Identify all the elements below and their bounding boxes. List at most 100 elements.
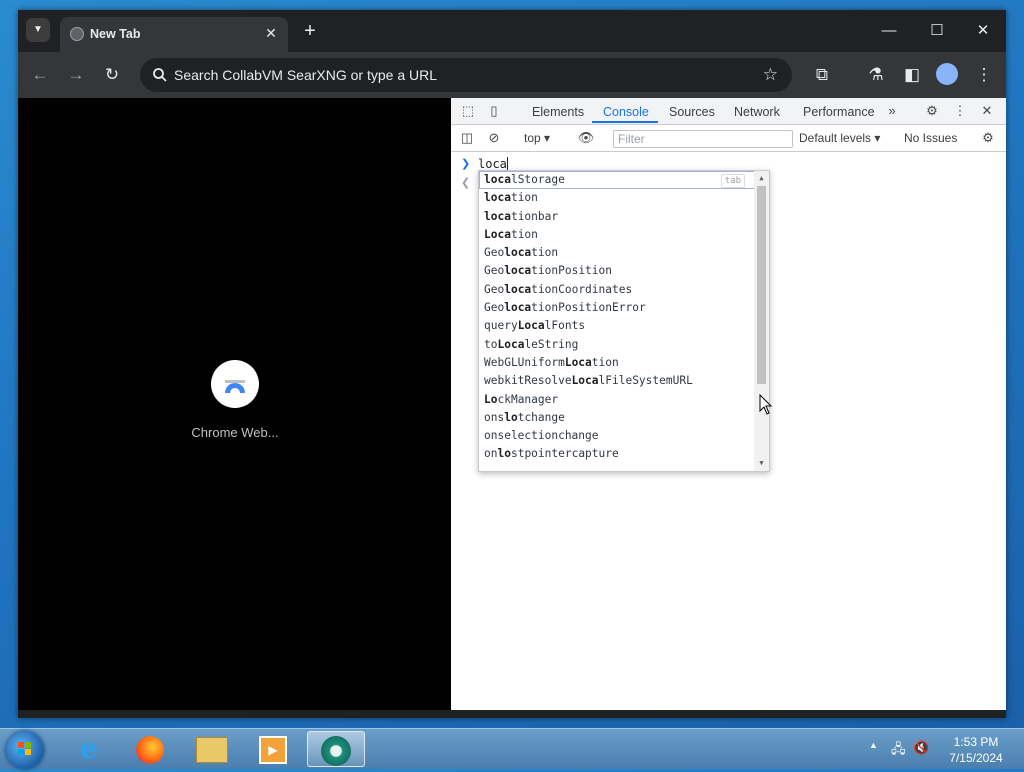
tab-search-button[interactable]: ▼ [26, 18, 50, 42]
side-panel-icon[interactable]: ◧ [900, 63, 924, 87]
maximize-button[interactable]: ☐ [914, 16, 960, 46]
autocomplete-item[interactable]: GeolocationPositionError [479, 299, 769, 317]
suggestion-match: Loca [517, 319, 545, 333]
close-window-button[interactable]: ✕ [960, 16, 1006, 46]
suggestion-match: loca [504, 264, 532, 278]
autocomplete-item[interactable]: onlostpointercapture [479, 445, 769, 463]
tray-overflow-icon[interactable]: ▲ [869, 740, 878, 750]
autocomplete-item[interactable]: GeolocationPosition [479, 262, 769, 280]
back-button[interactable]: ← [28, 63, 52, 87]
labs-flask-icon[interactable]: ⚗ [864, 63, 888, 87]
chrome-dev-taskbar-button[interactable] [307, 731, 365, 767]
tab-sources[interactable]: Sources [669, 105, 715, 119]
autocomplete-list: localStorage tab location locationbar Locati… [478, 170, 770, 472]
clock-time: 1:53 PM [953, 735, 999, 749]
suggestion-prefix: onselectionchange [484, 429, 599, 443]
autocomplete-item[interactable]: WebGLUniformLocation [479, 354, 769, 372]
firefox-icon[interactable] [121, 731, 179, 767]
clock[interactable]: 1:53 PM 7/15/2024 [936, 734, 1016, 766]
new-tab-button[interactable]: + [300, 21, 320, 41]
tab-console[interactable]: Console [603, 105, 649, 119]
start-button[interactable] [6, 731, 44, 769]
autocomplete-item[interactable]: webkitResolveLocalFileSystemURL [479, 372, 769, 390]
suggestion-suffix: ckManager [497, 392, 559, 406]
suggestion-match: Loca [564, 355, 592, 369]
inspect-element-icon[interactable]: ⬚ [459, 102, 477, 120]
reload-button[interactable]: ↻ [100, 63, 124, 87]
autocomplete-item[interactable]: toLocaleString [479, 336, 769, 354]
console-input[interactable]: loca [478, 157, 508, 171]
minimize-button[interactable]: — [866, 16, 912, 46]
autocomplete-item[interactable]: queryLocalFonts [479, 317, 769, 335]
console-settings-icon[interactable]: ⚙ [979, 129, 997, 147]
taskbar: e ▶ ▲ 🖧 🔇 1:53 PM 7/15/2024 [0, 728, 1024, 769]
tab-title: New Tab [90, 27, 141, 41]
autocomplete-item[interactable]: GeolocationCoordinates [479, 281, 769, 299]
shortcut-chrome-web-store[interactable] [211, 360, 259, 408]
network-icon[interactable]: 🖧 [891, 740, 906, 762]
suggestion-match: loca [484, 209, 511, 223]
close-devtools-icon[interactable]: ✕ [978, 102, 996, 120]
tab-performance[interactable]: Performance [803, 105, 875, 119]
autocomplete-item[interactable]: LockManager [479, 391, 769, 409]
suggestion-match: loca [504, 246, 532, 260]
search-icon [153, 68, 167, 82]
device-toolbar-icon[interactable]: ▯ [485, 102, 503, 120]
menu-kebab-icon[interactable]: ⋮ [972, 63, 996, 87]
more-tabs-icon[interactable]: » [883, 102, 901, 120]
suggestion-prefix: webkitResolve [484, 374, 572, 388]
sidebar-toggle-icon[interactable]: ◫ [458, 129, 476, 147]
autocomplete-item[interactable]: Geolocation [479, 244, 769, 262]
suggestion-suffix: tion [531, 246, 559, 260]
console-input-text: loca [478, 157, 507, 171]
settings-gear-icon[interactable]: ⚙ [923, 102, 941, 120]
tab-new-tab[interactable]: New Tab ✕ [60, 17, 288, 52]
suggestion-match: Loca [571, 374, 599, 388]
console-toolbar: ◫ ⊘ top ▾ 👁 Filter Default levels ▾ No I… [451, 125, 1006, 152]
autocomplete-items: localStorage tab location locationbar Locati… [479, 171, 769, 464]
suggestion-suffix: lFileSystemURL [598, 374, 693, 388]
context-selector[interactable]: top ▾ [524, 131, 550, 145]
text-caret [506, 157, 508, 170]
tab-elements[interactable]: Elements [532, 105, 584, 119]
extensions-icon[interactable]: ⧉ [810, 63, 834, 87]
internet-explorer-icon[interactable]: e [60, 731, 118, 767]
filter-input[interactable]: Filter [613, 130, 793, 148]
scroll-down-arrow-icon[interactable]: ▼ [757, 458, 766, 468]
media-player-icon[interactable]: ▶ [244, 731, 302, 767]
suggestion-suffix: tion [510, 191, 538, 205]
autocomplete-item[interactable]: localStorage tab [479, 171, 769, 190]
autocomplete-scrollbar[interactable]: ▲ ▼ [754, 171, 769, 471]
log-levels-dropdown[interactable]: Default levels ▾ [799, 131, 880, 145]
autocomplete-item[interactable]: onselectionchange [479, 427, 769, 445]
browser-window: ▼ New Tab ✕ + — ☐ ✕ ← → ↻ Search CollabV… [18, 10, 1006, 718]
forward-button[interactable]: → [64, 63, 88, 87]
result-chevron-icon: ❮ [461, 177, 471, 189]
prompt-chevron-icon: ❯ [461, 158, 471, 170]
autocomplete-item[interactable]: location [479, 189, 769, 207]
scroll-thumb[interactable] [757, 186, 766, 384]
mouse-cursor-icon [759, 394, 773, 415]
autocomplete-item[interactable]: locationbar [479, 208, 769, 226]
profile-avatar[interactable] [936, 63, 958, 85]
omnibox-text: Search CollabVM SearXNG or type a URL [174, 67, 437, 83]
issues-counter[interactable]: No Issues [904, 131, 957, 145]
suggestion-match: loca [504, 282, 532, 296]
autocomplete-item[interactable]: onslotchange [479, 409, 769, 427]
file-explorer-icon[interactable] [183, 731, 241, 767]
close-tab-icon[interactable]: ✕ [262, 24, 280, 42]
devtools-menu-icon[interactable]: ⋮ [951, 102, 969, 120]
suggestion-match: Loca [497, 337, 525, 351]
windows-logo-icon [18, 742, 31, 755]
tab-network[interactable]: Network [734, 105, 780, 119]
globe-icon [70, 27, 84, 41]
clear-console-icon[interactable]: ⊘ [485, 129, 503, 147]
suggestion-suffix: tchange [517, 410, 565, 424]
volume-muted-icon[interactable]: 🔇 [913, 740, 929, 756]
omnibox[interactable]: Search CollabVM SearXNG or type a URL ☆ [140, 58, 792, 92]
suggestion-prefix: Geo [484, 301, 505, 315]
live-expression-eye-icon[interactable]: 👁 [577, 129, 595, 147]
autocomplete-item[interactable]: Location [479, 226, 769, 244]
bookmark-star-icon[interactable]: ☆ [763, 65, 778, 85]
scroll-up-arrow-icon[interactable]: ▲ [757, 173, 766, 183]
